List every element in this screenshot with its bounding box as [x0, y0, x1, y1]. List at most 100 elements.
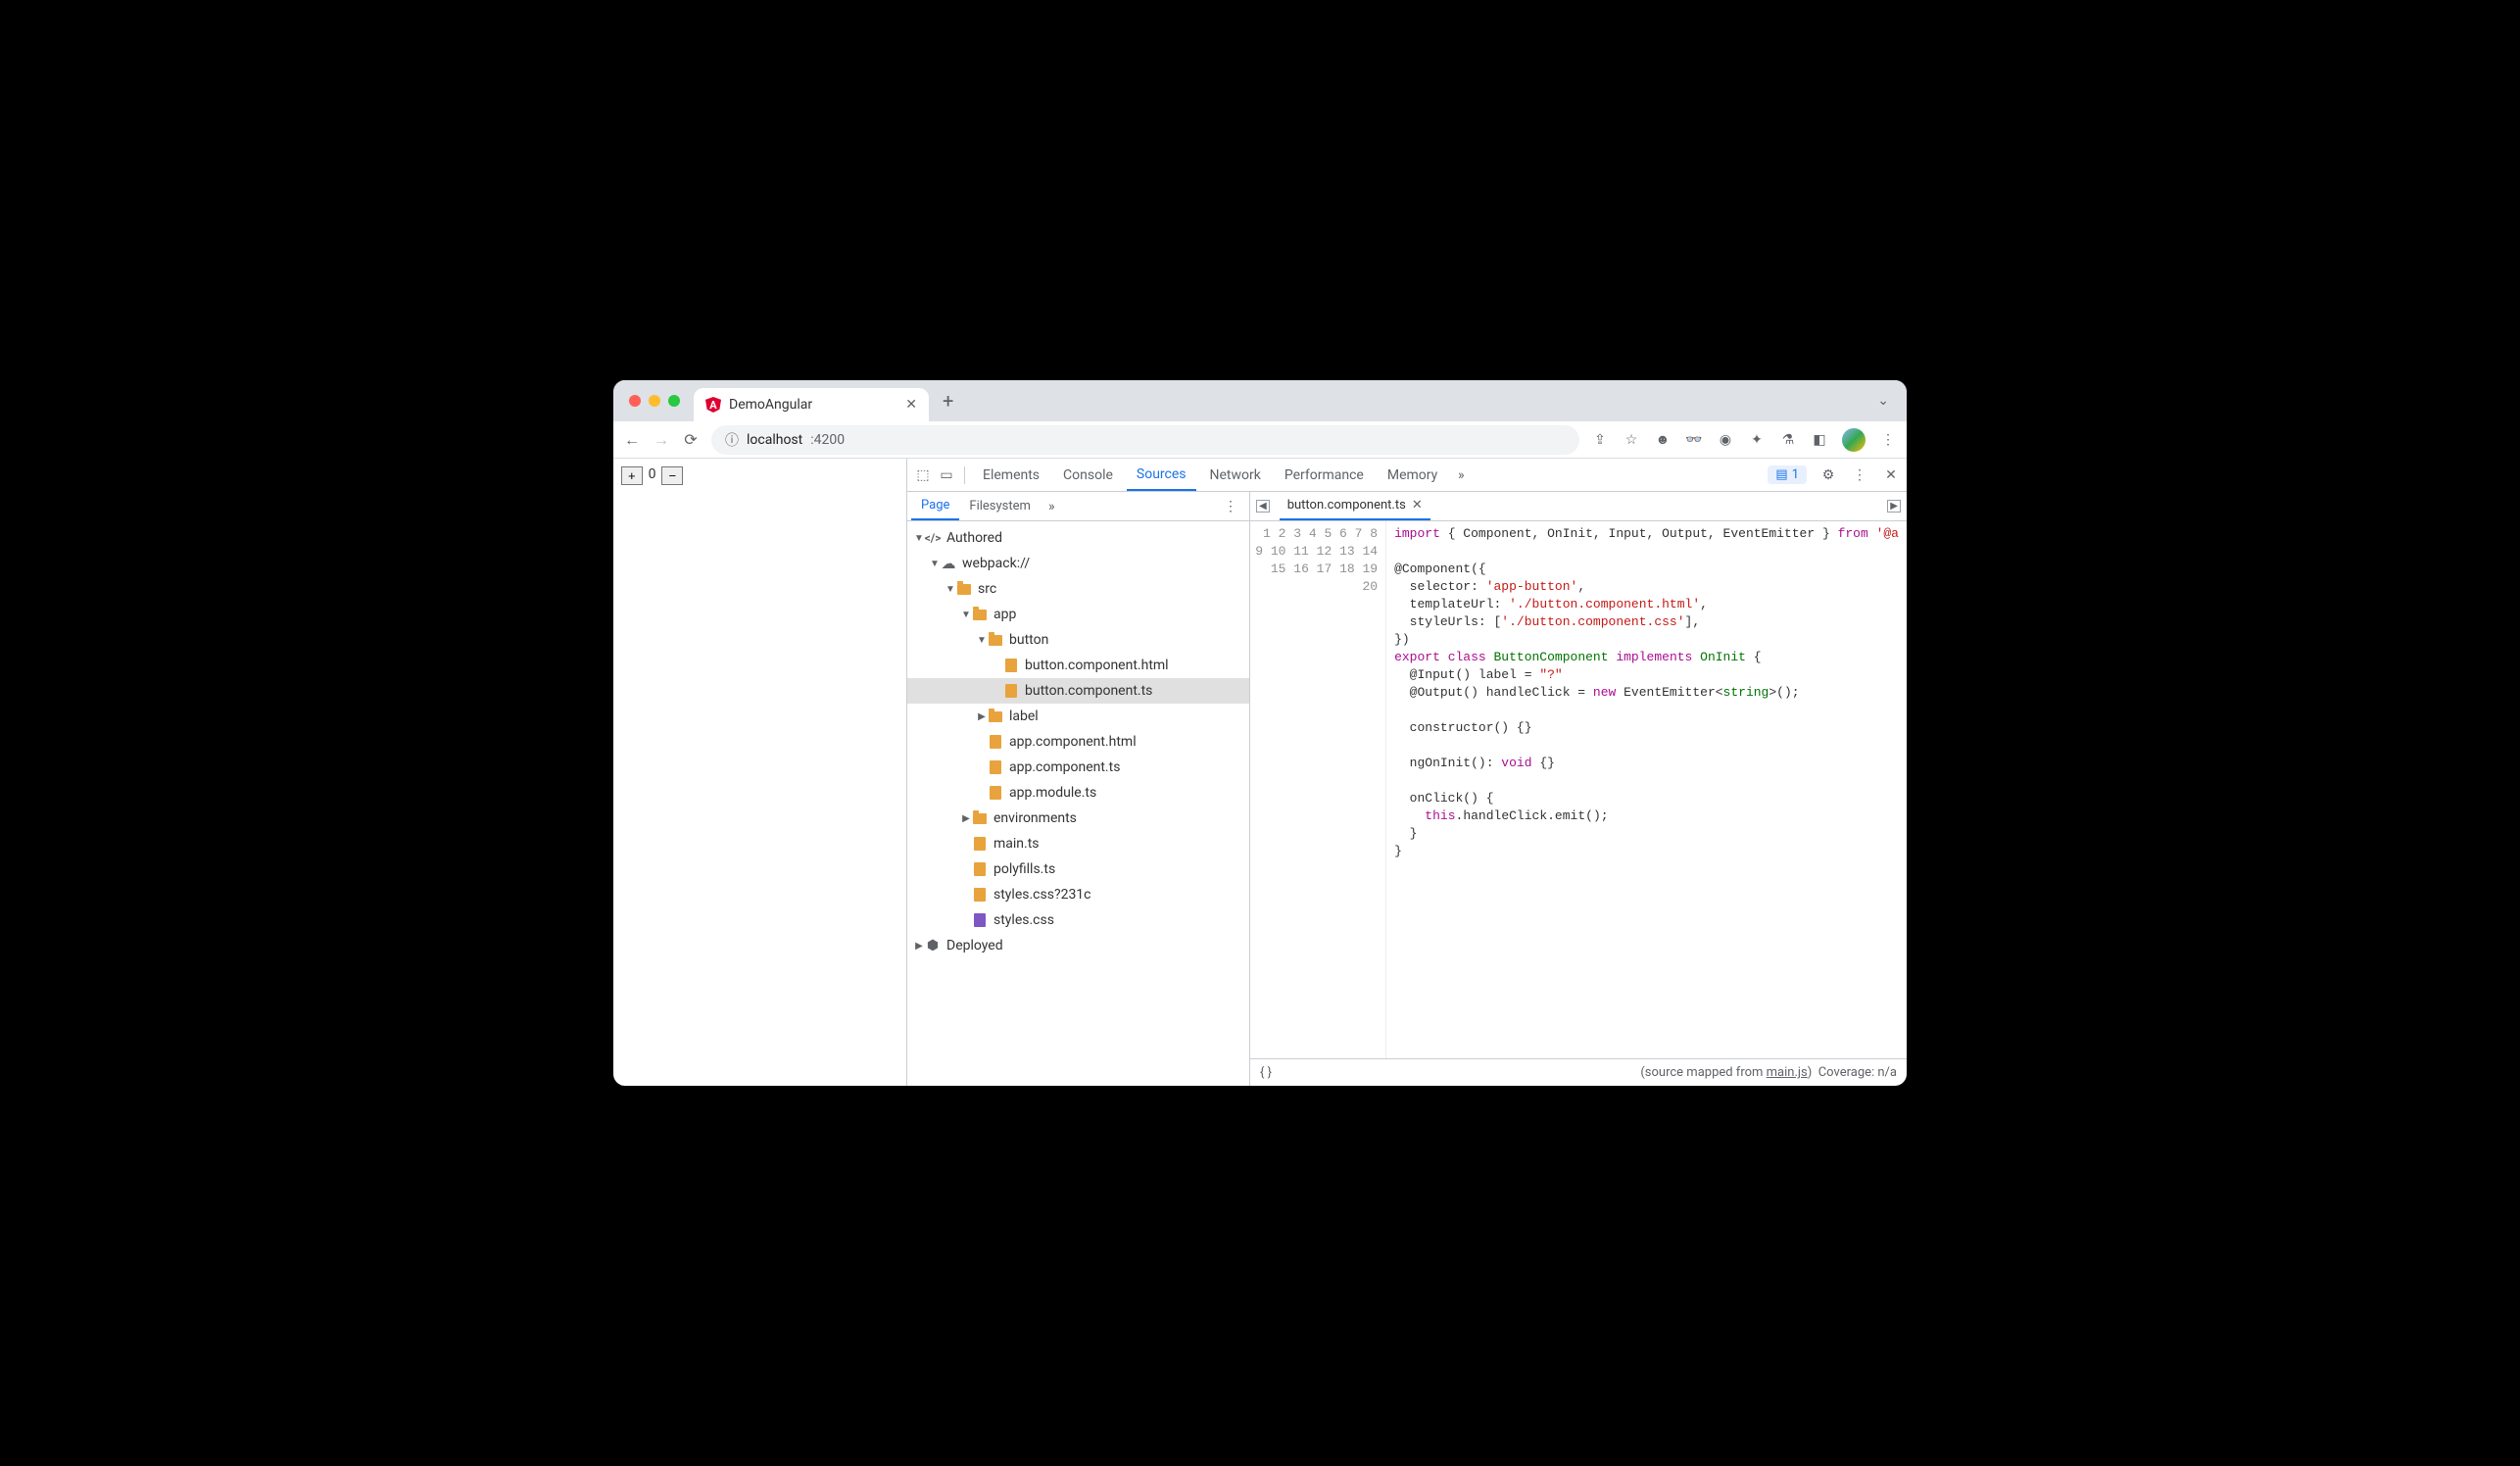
share-icon[interactable]: ⇪ [1591, 432, 1609, 448]
increment-button[interactable]: + [621, 466, 643, 485]
close-tab-icon[interactable]: ✕ [905, 397, 917, 413]
browser-menu-icon[interactable]: ⋮ [1879, 432, 1897, 448]
decrement-button[interactable]: − [661, 466, 683, 485]
back-button[interactable]: ← [623, 430, 641, 450]
tab-elements[interactable]: Elements [973, 459, 1049, 491]
source-map-link[interactable]: main.js [1767, 1065, 1808, 1080]
tree-file-button-ts[interactable]: button.component.ts [907, 678, 1249, 704]
file-icon [988, 734, 1003, 750]
tab-console[interactable]: Console [1053, 459, 1123, 491]
tree-environments[interactable]: ▶environments [907, 806, 1249, 831]
navtab-more-icon[interactable]: » [1048, 499, 1055, 514]
tab-overflow-button[interactable]: ⌄ [1877, 393, 1899, 409]
collapse-navigator-icon[interactable]: ◀ [1256, 500, 1270, 513]
close-devtools-icon[interactable]: ✕ [1881, 467, 1901, 483]
expand-debugger-icon[interactable]: ▶ [1887, 500, 1901, 513]
bookmark-icon[interactable]: ☆ [1623, 432, 1640, 448]
site-info-icon[interactable]: ⓘ [725, 430, 739, 450]
tree-file-styles[interactable]: styles.css [907, 907, 1249, 933]
settings-icon[interactable]: ⚙ [1818, 467, 1838, 483]
sources-navigator: Page Filesystem » ⋮ ▼</>Authored ▼☁webpa… [907, 492, 1250, 1086]
tab-performance[interactable]: Performance [1275, 459, 1374, 491]
devtools-body: Page Filesystem » ⋮ ▼</>Authored ▼☁webpa… [907, 492, 1907, 1086]
file-icon [1003, 658, 1019, 673]
issues-badge[interactable]: ▤ 1 [1768, 465, 1807, 484]
navtab-filesystem[interactable]: Filesystem [959, 492, 1041, 520]
extension-icon-2[interactable]: ◉ [1717, 432, 1734, 448]
close-window-button[interactable] [629, 395, 641, 407]
code-area[interactable]: 1 2 3 4 5 6 7 8 9 10 11 12 13 14 15 16 1… [1250, 521, 1907, 1058]
page-viewport: + 0 − [613, 459, 907, 1086]
browser-tab[interactable]: A DemoAngular ✕ [694, 388, 929, 421]
browser-window: A DemoAngular ✕ + ⌄ ← → ⟳ ⓘ localhost :42… [613, 380, 1907, 1086]
tab-memory[interactable]: Memory [1378, 459, 1447, 491]
navtab-page[interactable]: Page [911, 492, 959, 520]
new-tab-button[interactable]: + [943, 389, 953, 413]
angular-favicon-icon: A [705, 397, 721, 413]
status-text: (source mapped from main.js) Coverage: n… [1640, 1065, 1897, 1080]
inspect-element-icon[interactable]: ⬚ [913, 467, 933, 483]
reload-button[interactable]: ⟳ [682, 430, 700, 449]
code-icon: </> [925, 530, 941, 546]
tree-deployed[interactable]: ▶⬢Deployed [907, 933, 1249, 958]
more-tabs-icon[interactable]: » [1451, 467, 1471, 483]
address-bar[interactable]: ⓘ localhost :4200 [711, 425, 1579, 455]
file-icon [972, 836, 988, 852]
editor-tab[interactable]: button.component.ts ✕ [1280, 492, 1430, 520]
close-editor-tab-icon[interactable]: ✕ [1412, 498, 1423, 513]
tree-src[interactable]: ▼src [907, 576, 1249, 602]
code-editor: ◀ button.component.ts ✕ ▶ 1 2 3 4 5 6 7 … [1250, 492, 1907, 1086]
navigator-tabbar: Page Filesystem » ⋮ [907, 492, 1249, 521]
tree-button-folder[interactable]: ▼button [907, 627, 1249, 653]
tree-file-app-html[interactable]: app.component.html [907, 729, 1249, 755]
file-icon [972, 912, 988, 928]
url-host: localhost [747, 432, 802, 448]
maximize-window-button[interactable] [668, 395, 680, 407]
coverage-text: Coverage: n/a [1818, 1065, 1897, 1080]
line-gutter: 1 2 3 4 5 6 7 8 9 10 11 12 13 14 15 16 1… [1250, 521, 1386, 1058]
navigator-menu-icon[interactable]: ⋮ [1224, 499, 1245, 514]
tree-file-app-module[interactable]: app.module.ts [907, 780, 1249, 806]
device-toolbar-icon[interactable]: ▭ [937, 467, 956, 483]
tree-webpack[interactable]: ▼☁webpack:// [907, 551, 1249, 576]
cube-icon: ⬢ [925, 938, 941, 953]
toolbar-actions: ⇪ ☆ ☻ 👓 ◉ ✦ ⚗ ◧ ⋮ [1591, 428, 1897, 452]
tab-title: DemoAngular [729, 397, 812, 413]
file-icon [988, 759, 1003, 775]
forward-button[interactable]: → [653, 430, 670, 450]
tree-file-app-ts[interactable]: app.component.ts [907, 755, 1249, 780]
incognito-icon[interactable]: 👓 [1685, 432, 1703, 448]
editor-tab-label: button.component.ts [1287, 498, 1406, 513]
folder-icon [988, 709, 1003, 724]
tree-file-styles-q[interactable]: styles.css?231c [907, 882, 1249, 907]
tree-file-main[interactable]: main.ts [907, 831, 1249, 856]
tree-authored[interactable]: ▼</>Authored [907, 525, 1249, 551]
url-port: :4200 [810, 432, 845, 448]
file-icon [1003, 683, 1019, 699]
folder-icon [988, 632, 1003, 648]
labs-icon[interactable]: ⚗ [1779, 432, 1797, 448]
file-tree: ▼</>Authored ▼☁webpack:// ▼src ▼app ▼but… [907, 521, 1249, 1086]
minimize-window-button[interactable] [649, 395, 660, 407]
pretty-print-icon[interactable]: { } [1260, 1065, 1272, 1080]
extensions-icon[interactable]: ✦ [1748, 432, 1766, 448]
devtools-menu-icon[interactable]: ⋮ [1850, 467, 1869, 483]
tree-label-folder[interactable]: ▶label [907, 704, 1249, 729]
counter-value: 0 [647, 466, 658, 482]
tab-network[interactable]: Network [1200, 459, 1271, 491]
tree-app[interactable]: ▼app [907, 602, 1249, 627]
devtools-panel: ⬚ ▭ Elements Console Sources Network Per… [907, 459, 1907, 1086]
editor-tabbar: ◀ button.component.ts ✕ ▶ [1250, 492, 1907, 521]
extension-icon-1[interactable]: ☻ [1654, 431, 1672, 448]
editor-statusbar: { } (source mapped from main.js) Coverag… [1250, 1058, 1907, 1086]
tree-file-polyfills[interactable]: polyfills.ts [907, 856, 1249, 882]
sidepanel-icon[interactable]: ◧ [1811, 432, 1828, 448]
tab-strip: A DemoAngular ✕ + ⌄ [613, 380, 1907, 421]
issue-count: 1 [1792, 467, 1799, 482]
traffic-lights [621, 395, 680, 407]
tree-file-button-html[interactable]: button.component.html [907, 653, 1249, 678]
code-lines: import { Component, OnInit, Input, Outpu… [1386, 521, 1907, 1058]
profile-avatar[interactable] [1842, 428, 1866, 452]
tab-sources[interactable]: Sources [1127, 459, 1196, 491]
file-icon [972, 887, 988, 903]
